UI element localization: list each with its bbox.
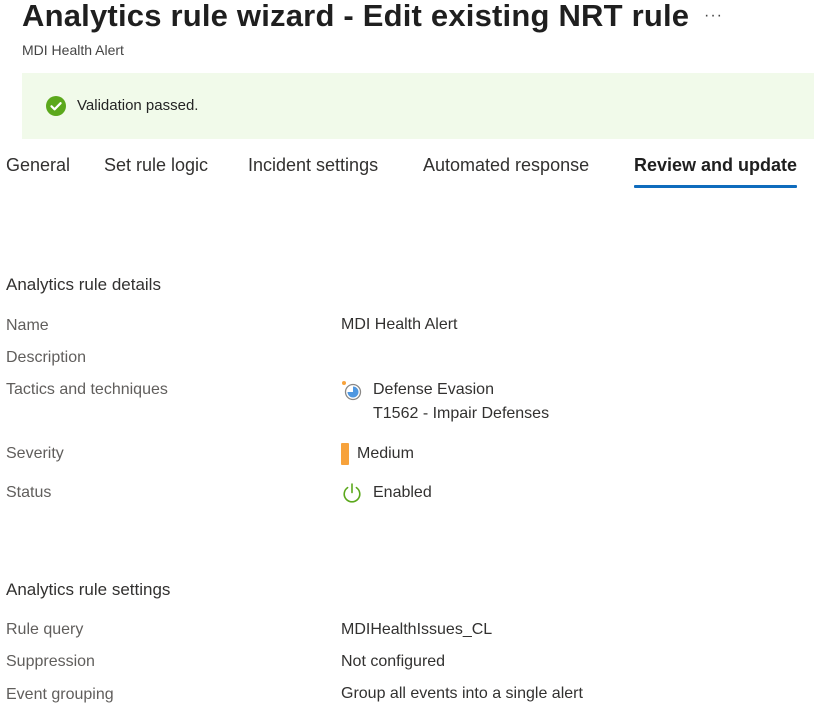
tab-general[interactable]: General bbox=[6, 153, 70, 177]
more-options-button[interactable]: ··· bbox=[704, 6, 723, 26]
validation-message: Validation passed. bbox=[77, 97, 199, 114]
severity-value: Medium bbox=[357, 445, 414, 462]
status-label: Status bbox=[6, 484, 52, 501]
details-section-title: Analytics rule details bbox=[6, 275, 161, 294]
technique-value: T1562 - Impair Defenses bbox=[373, 405, 550, 422]
status-value: Enabled bbox=[373, 484, 432, 501]
tab-set-rule-logic[interactable]: Set rule logic bbox=[104, 153, 208, 177]
severity-label: Severity bbox=[6, 445, 64, 462]
validation-banner: Validation passed. bbox=[22, 73, 814, 139]
suppression-value: Not configured bbox=[341, 653, 446, 670]
event-grouping-value: Group all events into a single alert bbox=[341, 685, 583, 702]
description-label: Description bbox=[6, 349, 87, 366]
tactics-label: Tactics and techniques bbox=[6, 381, 168, 398]
suppression-label: Suppression bbox=[6, 653, 95, 670]
check-circle-icon bbox=[46, 96, 66, 116]
event-grouping-label: Event grouping bbox=[6, 686, 114, 703]
wizard-tabs: General Set rule logic Incident settings… bbox=[0, 153, 814, 193]
tab-automated-response[interactable]: Automated response bbox=[423, 153, 589, 177]
settings-section-title: Analytics rule settings bbox=[6, 580, 171, 599]
page-title: Analytics rule wizard - Edit existing NR… bbox=[22, 0, 690, 33]
tab-incident-settings[interactable]: Incident settings bbox=[248, 153, 378, 177]
defense-evasion-icon bbox=[342, 381, 362, 401]
power-icon bbox=[343, 483, 361, 503]
name-value: MDI Health Alert bbox=[341, 316, 458, 333]
rule-query-label: Rule query bbox=[6, 621, 84, 638]
name-label: Name bbox=[6, 317, 49, 334]
review-page: Analytics rule wizard - Edit existing NR… bbox=[0, 0, 814, 712]
severity-indicator bbox=[341, 443, 349, 465]
tab-review-and-update[interactable]: Review and update bbox=[634, 153, 798, 188]
tactic-value: Defense Evasion bbox=[373, 381, 494, 398]
page-subtitle: MDI Health Alert bbox=[22, 42, 124, 58]
rule-query-value: MDIHealthIssues_CL bbox=[341, 621, 493, 638]
